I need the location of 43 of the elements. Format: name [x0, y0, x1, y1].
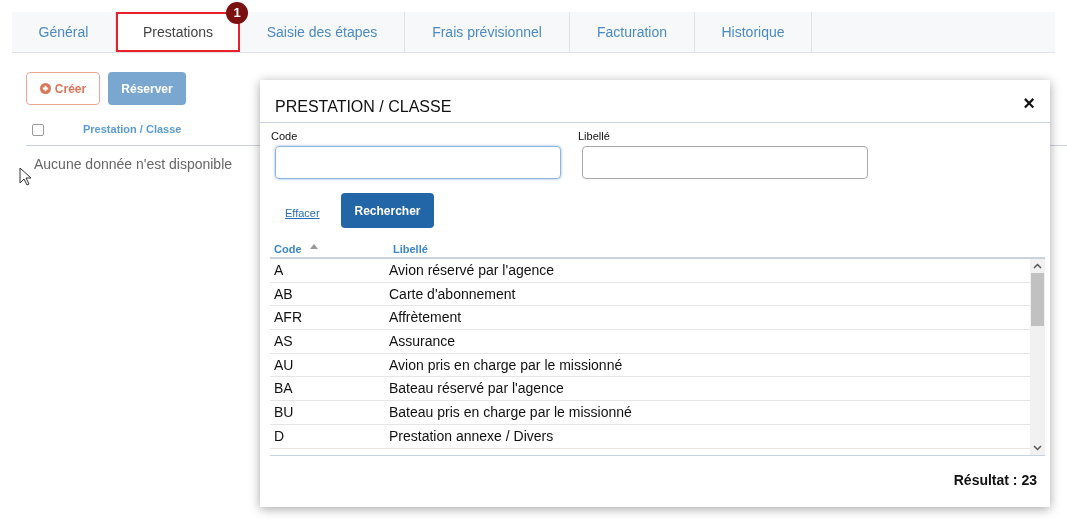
table-cell-text: Affrètement — [389, 308, 462, 328]
field-label: Libellé — [578, 129, 610, 144]
reserve-button[interactable]: Réserver — [108, 72, 186, 105]
table-cell-text: Prestation annexe / Divers — [389, 426, 554, 446]
table-cell-text: Carte d'abonnement — [389, 284, 516, 304]
empty-message: Aucune donnée n'est disponible — [34, 155, 233, 174]
close-button[interactable]: × — [1023, 93, 1035, 113]
input-field[interactable] — [582, 146, 868, 179]
table-cell-text: Avion pris en charge par le missionné — [389, 355, 623, 375]
clear-link[interactable]: Effacer — [285, 205, 320, 222]
cursor-icon — [19, 167, 32, 187]
table-cell-text: D — [273, 426, 286, 446]
table-cell-text: AU — [273, 355, 295, 375]
tab[interactable]: Saisie des étapes — [240, 12, 405, 52]
table-cell-text: Bateau réservé par l'agence — [389, 379, 564, 399]
column-header[interactable]: Code — [274, 241, 318, 258]
result-count: Résultat : 23 — [953, 471, 1037, 490]
table-cell-text: Bateau pris en charge par le missionné — [389, 402, 632, 422]
step-badge: 1 — [226, 2, 248, 24]
table-cell-text: AB — [273, 284, 294, 304]
scrollbar-thumb[interactable] — [1031, 273, 1044, 326]
field-label: Code — [271, 129, 298, 144]
column-header[interactable]: Prestation / Classe — [83, 121, 182, 138]
table-cell-text: AS — [273, 331, 294, 351]
table-cell-text: AFR — [273, 308, 303, 328]
input-field[interactable] — [275, 146, 561, 179]
create-button[interactable]: Créer — [26, 72, 100, 105]
search-button[interactable]: Rechercher — [341, 193, 434, 228]
scrollbar[interactable] — [1030, 259, 1045, 455]
chevron-down-icon[interactable] — [1033, 445, 1042, 451]
checkbox[interactable] — [32, 124, 44, 136]
tab[interactable]: Frais prévisionnel — [405, 12, 570, 52]
dialog-title: PRESTATION / CLASSE — [275, 97, 452, 117]
table-cell-text: BA — [273, 379, 294, 399]
table-cell-text: BU — [273, 402, 295, 422]
plus-circle-icon — [39, 83, 51, 94]
table-cell-text: A — [273, 260, 285, 280]
table-cell-text: Avion réservé par l'agence — [389, 260, 555, 280]
tab[interactable]: Facturation — [570, 12, 695, 52]
chevron-up-icon[interactable] — [1033, 263, 1042, 269]
table-cell-text: Assurance — [389, 331, 456, 351]
column-header[interactable]: Libellé — [393, 241, 428, 258]
tab[interactable]: Historique — [695, 12, 812, 52]
